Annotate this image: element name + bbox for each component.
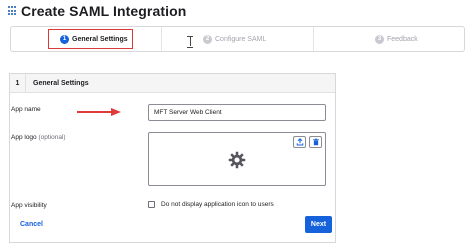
upload-icon [296, 138, 303, 146]
step-general-settings[interactable]: 1 General Settings [48, 29, 133, 49]
app-logo-dropzone[interactable] [148, 132, 326, 186]
delete-logo-button[interactable] [309, 136, 322, 148]
card-step-number: 1 [10, 74, 26, 92]
hide-icon-checkbox[interactable] [148, 201, 155, 208]
step-configure-saml[interactable]: 2 Configure SAML [203, 27, 266, 51]
text-cursor-icon [187, 36, 193, 48]
app-visibility-label: App visibility [11, 202, 47, 209]
hide-icon-checkbox-label[interactable]: Do not display application icon to users [161, 201, 274, 208]
trash-icon [312, 138, 319, 146]
optional-hint: (optional) [38, 134, 66, 141]
step-divider [161, 27, 162, 51]
app-grid-icon [8, 6, 18, 16]
upload-logo-button[interactable] [293, 136, 306, 148]
step-label: Configure SAML [215, 35, 267, 43]
next-button[interactable]: Next [305, 216, 332, 233]
red-arrow-annotation [77, 108, 121, 116]
wizard-stepper: 1 General Settings 2 Configure SAML 3 Fe… [10, 26, 465, 52]
step-feedback[interactable]: 3 Feedback [375, 27, 418, 51]
app-name-input[interactable]: MFT Server Web Client [148, 104, 326, 121]
step-divider [313, 27, 314, 51]
hide-icon-option: Do not display application icon to users [148, 201, 274, 208]
card-title: General Settings [33, 79, 89, 87]
app-name-label: App name [11, 106, 41, 113]
step-number: 1 [60, 34, 69, 44]
page-title: Create SAML Integration [21, 3, 187, 19]
step-label: Feedback [387, 35, 418, 43]
step-number: 2 [203, 34, 212, 44]
card-header: 1 General Settings [10, 74, 335, 93]
cancel-button[interactable]: Cancel [20, 221, 43, 228]
step-number: 3 [375, 34, 384, 44]
app-logo-label-text: App logo [11, 134, 37, 141]
page-header: Create SAML Integration [8, 2, 186, 20]
app-logo-label: App logo (optional) [11, 134, 66, 141]
gear-icon [228, 151, 246, 169]
step-label: General Settings [72, 35, 128, 43]
